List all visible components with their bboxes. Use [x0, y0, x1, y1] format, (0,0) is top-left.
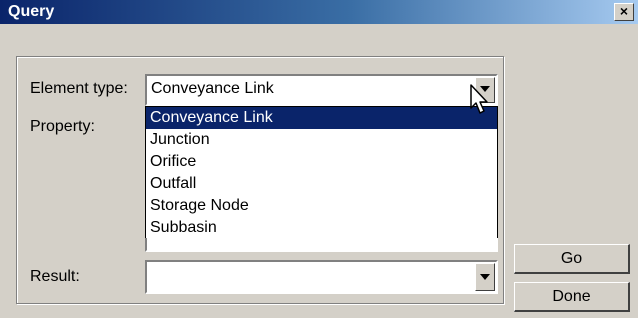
- dropdown-option[interactable]: Orifice: [146, 151, 497, 173]
- go-button[interactable]: Go: [514, 244, 630, 274]
- element-type-select[interactable]: Conveyance Link: [145, 74, 498, 106]
- dropdown-option[interactable]: Outfall: [146, 173, 497, 195]
- close-icon: ×: [619, 3, 629, 19]
- dropdown-option[interactable]: Subbasin: [146, 217, 497, 239]
- result-label: Result:: [30, 268, 80, 285]
- done-button[interactable]: Done: [514, 282, 630, 312]
- close-button[interactable]: ×: [614, 3, 634, 21]
- element-type-label: Element type:: [30, 80, 128, 97]
- result-dropdown-button[interactable]: [475, 263, 495, 291]
- dropdown-option[interactable]: Junction: [146, 129, 497, 151]
- result-select[interactable]: [145, 260, 498, 294]
- dropdown-option[interactable]: Storage Node: [146, 195, 497, 217]
- element-type-value: Conveyance Link: [151, 80, 274, 97]
- title-bar[interactable]: Query ×: [0, 0, 638, 24]
- chevron-down-icon: [480, 274, 490, 280]
- element-type-options-list[interactable]: Conveyance Link Junction Orifice Outfall…: [145, 106, 498, 240]
- mouse-pointer-icon: [470, 84, 488, 114]
- property-label: Property:: [30, 118, 95, 135]
- window-title: Query: [8, 3, 55, 20]
- dropdown-option[interactable]: Conveyance Link: [146, 107, 497, 129]
- property-field[interactable]: [145, 238, 498, 252]
